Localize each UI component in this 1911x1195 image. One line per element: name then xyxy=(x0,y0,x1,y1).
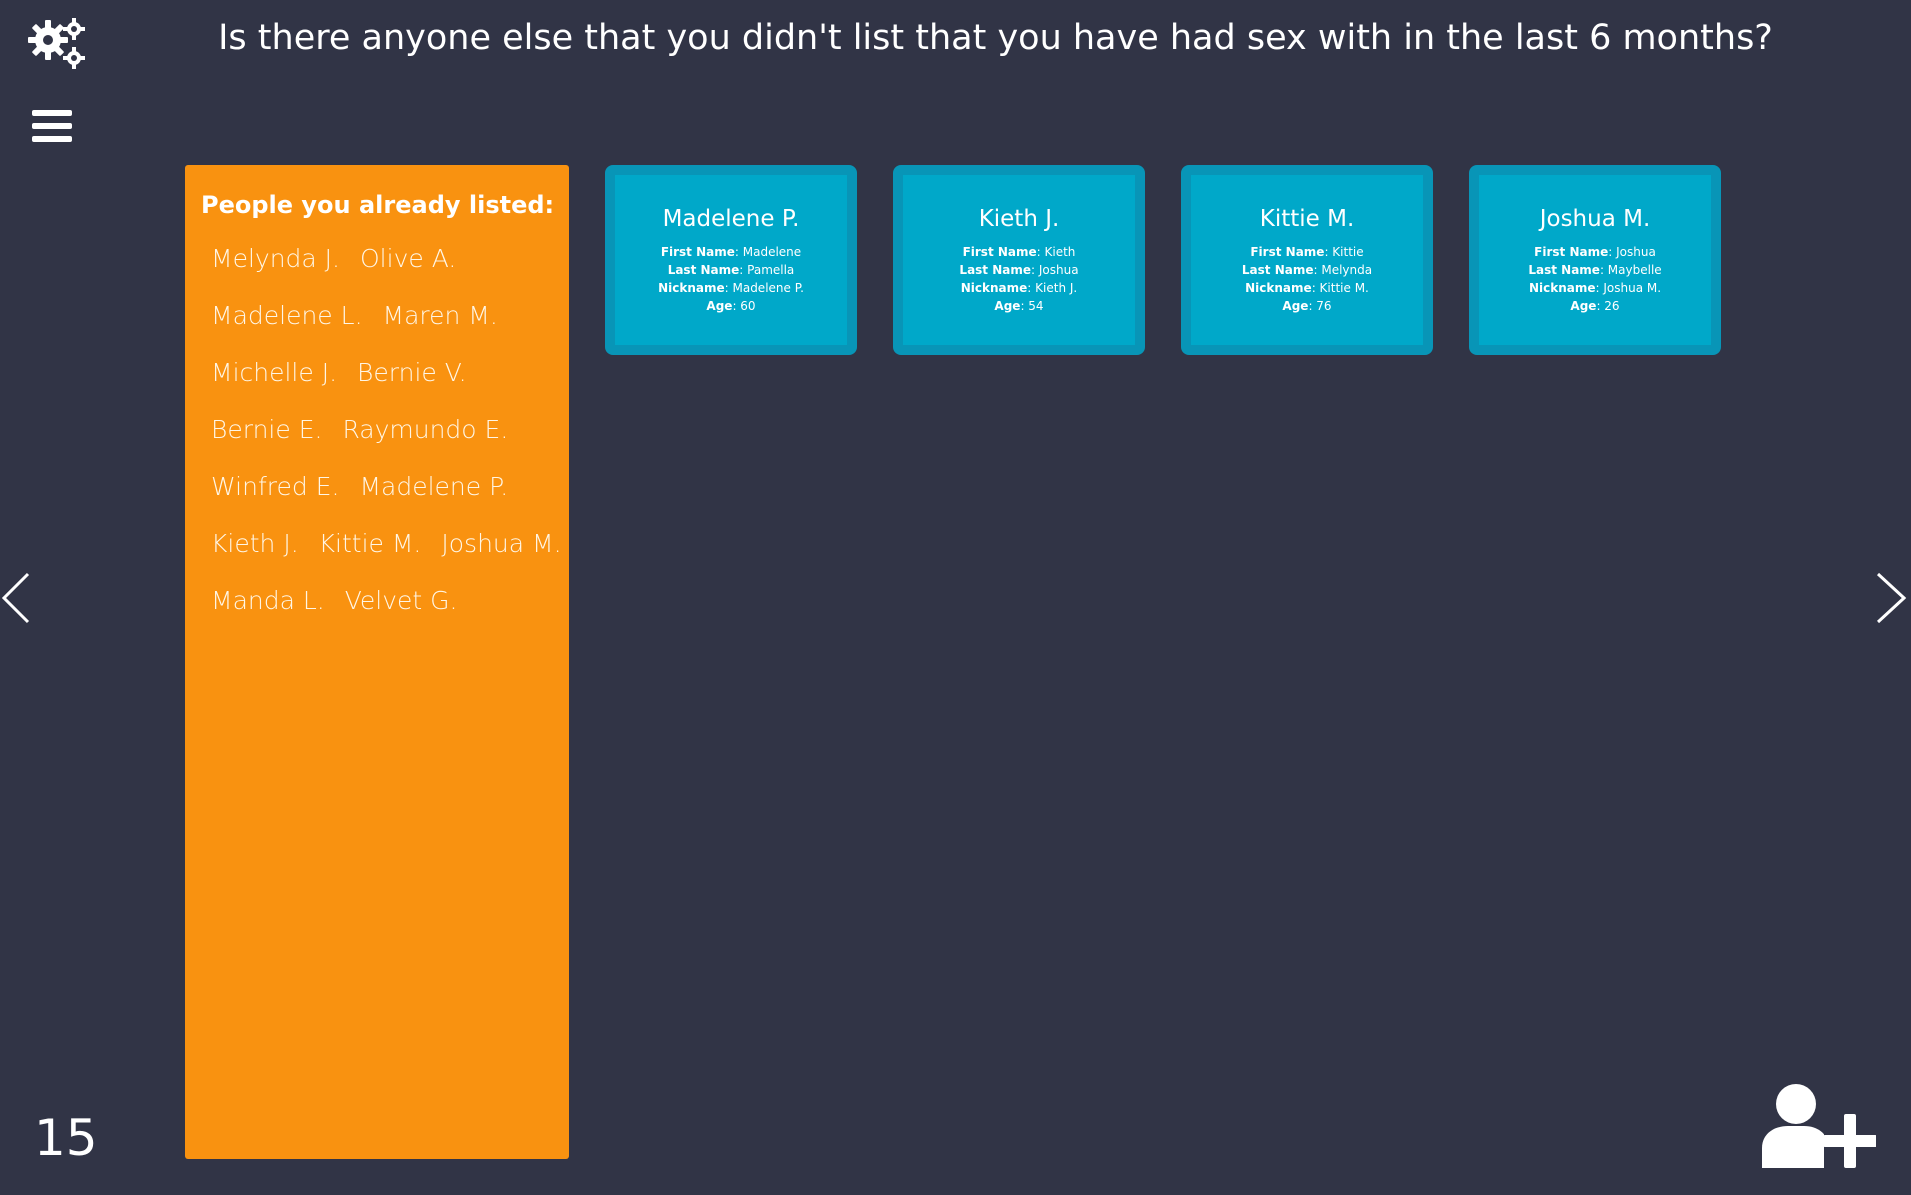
listed-person: Manda L. xyxy=(211,586,325,615)
listed-person: Kieth J. xyxy=(211,529,299,558)
field-label: Age xyxy=(994,299,1021,313)
listed-person: Bernie E. xyxy=(211,415,323,444)
field-label: Last Name xyxy=(959,263,1032,277)
field-label: First Name xyxy=(1250,245,1325,259)
listed-person: Kittie M. xyxy=(318,529,422,558)
field-label: Last Name xyxy=(667,263,740,277)
field-label: Nickname xyxy=(960,281,1028,295)
field-value: Madelene xyxy=(742,245,802,259)
listed-person: Joshua M. xyxy=(441,529,562,558)
card-nickname: Nickname: Kittie M. xyxy=(1245,281,1369,295)
listed-row: Michelle J. Bernie V. xyxy=(201,344,553,401)
card-last-name: Last Name: Pamella xyxy=(667,263,795,277)
person-card-body: Kieth J. First Name: Kieth Last Name: Jo… xyxy=(903,175,1135,345)
card-nickname: Nickname: Madelene P. xyxy=(658,281,804,295)
field-value: Melynda xyxy=(1321,263,1373,277)
listed-row: Madelene L. Maren M. xyxy=(201,287,553,344)
field-value: Kittie M. xyxy=(1319,281,1369,295)
field-value: Madelene P. xyxy=(732,281,804,295)
listed-row: Manda L. Velvet G. xyxy=(201,572,553,629)
listed-person: Bernie V. xyxy=(357,358,467,387)
next-button[interactable] xyxy=(1872,568,1908,628)
field-value: Kieth J. xyxy=(1035,281,1078,295)
card-last-name: Last Name: Melynda xyxy=(1241,263,1373,277)
field-value: Maybelle xyxy=(1607,263,1662,277)
hamburger-menu-icon xyxy=(32,110,72,142)
field-label: Age xyxy=(1282,299,1309,313)
card-name: Joshua M. xyxy=(1539,206,1651,232)
person-card-body: Kittie M. First Name: Kittie Last Name: … xyxy=(1191,175,1423,345)
card-first-name: First Name: Madelene xyxy=(660,245,802,259)
chevron-right-icon xyxy=(1876,572,1907,624)
field-value: 76 xyxy=(1316,299,1332,313)
settings-button[interactable] xyxy=(28,16,88,72)
card-last-name: Last Name: Joshua xyxy=(959,263,1079,277)
card-name: Kittie M. xyxy=(1259,206,1355,232)
field-label: Nickname xyxy=(658,281,725,295)
person-card[interactable]: Kittie M. First Name: Kittie Last Name: … xyxy=(1181,165,1433,355)
page-number: 15 xyxy=(34,1109,98,1167)
card-nickname: Nickname: Joshua M. xyxy=(1528,281,1662,295)
field-value: 60 xyxy=(740,299,756,313)
listed-person: Madelene P. xyxy=(359,472,509,501)
person-card[interactable]: Kieth J. First Name: Kieth Last Name: Jo… xyxy=(893,165,1145,355)
listed-person: Winfred E. xyxy=(211,472,340,501)
listed-person: Velvet G. xyxy=(344,586,458,615)
card-age: Age: 54 xyxy=(994,299,1044,313)
add-person-button[interactable] xyxy=(1760,1082,1877,1170)
card-first-name: First Name: Kittie xyxy=(1250,245,1364,259)
field-label: Nickname xyxy=(1528,281,1596,295)
card-name: Kieth J. xyxy=(978,206,1060,232)
listed-person: Maren M. xyxy=(382,301,498,330)
gears-icon xyxy=(28,18,85,69)
listed-person: Olive A. xyxy=(360,244,457,273)
field-label: First Name xyxy=(660,245,735,259)
listed-row: Melynda J. Olive A. xyxy=(201,230,553,287)
chevron-left-icon xyxy=(1,572,30,624)
listed-panel-title: People you already listed: xyxy=(201,191,555,219)
field-value: Pamella xyxy=(747,263,795,277)
previous-button[interactable] xyxy=(0,568,36,628)
person-cards: Madelene P. First Name: Madelene Last Na… xyxy=(605,165,1721,355)
listed-row: Kieth J. Kittie M. Joshua M. xyxy=(201,515,562,572)
field-label: Last Name xyxy=(1241,263,1314,277)
field-label: Age xyxy=(1570,299,1597,313)
menu-button[interactable] xyxy=(30,106,76,146)
card-nickname: Nickname: Kieth J. xyxy=(960,281,1078,295)
card-age: Age: 26 xyxy=(1570,299,1620,313)
card-first-name: First Name: Joshua xyxy=(1534,245,1656,259)
question-text: Is there anyone else that you didn't lis… xyxy=(218,18,1773,58)
field-value: Joshua xyxy=(1038,263,1079,277)
listed-person: Melynda J. xyxy=(211,244,340,273)
person-card-body: Madelene P. First Name: Madelene Last Na… xyxy=(615,175,847,345)
person-card[interactable]: Joshua M. First Name: Joshua Last Name: … xyxy=(1469,165,1721,355)
field-label: First Name xyxy=(1534,245,1609,259)
listed-person: Raymundo E. xyxy=(342,415,509,444)
field-value: Kittie xyxy=(1332,245,1364,259)
card-age: Age: 60 xyxy=(706,299,756,313)
listed-people-panel: People you already listed: Melynda J. Ol… xyxy=(185,165,569,1159)
listed-row: Bernie E. Raymundo E. xyxy=(201,401,553,458)
field-value: 54 xyxy=(1028,299,1044,313)
field-label: Age xyxy=(706,299,733,313)
listed-person: Madelene L. xyxy=(211,301,363,330)
person-card-body: Joshua M. First Name: Joshua Last Name: … xyxy=(1479,175,1711,345)
field-label: Nickname xyxy=(1245,281,1312,295)
card-first-name: First Name: Kieth xyxy=(962,245,1076,259)
card-name: Madelene P. xyxy=(662,206,800,232)
listed-person: Michelle J. xyxy=(211,358,338,387)
field-value: Joshua xyxy=(1616,245,1656,259)
field-value: 26 xyxy=(1604,299,1620,313)
screen: Is there anyone else that you didn't lis… xyxy=(0,0,1911,1195)
field-label: Last Name xyxy=(1528,263,1600,277)
field-label: First Name xyxy=(962,245,1037,259)
add-person-icon xyxy=(1762,1084,1877,1170)
listed-row: Winfred E. Madelene P. xyxy=(201,458,553,515)
card-last-name: Last Name: Maybelle xyxy=(1528,263,1662,277)
person-card[interactable]: Madelene P. First Name: Madelene Last Na… xyxy=(605,165,857,355)
card-age: Age: 76 xyxy=(1282,299,1332,313)
field-value: Kieth xyxy=(1044,245,1076,259)
field-value: Joshua M. xyxy=(1603,281,1662,295)
